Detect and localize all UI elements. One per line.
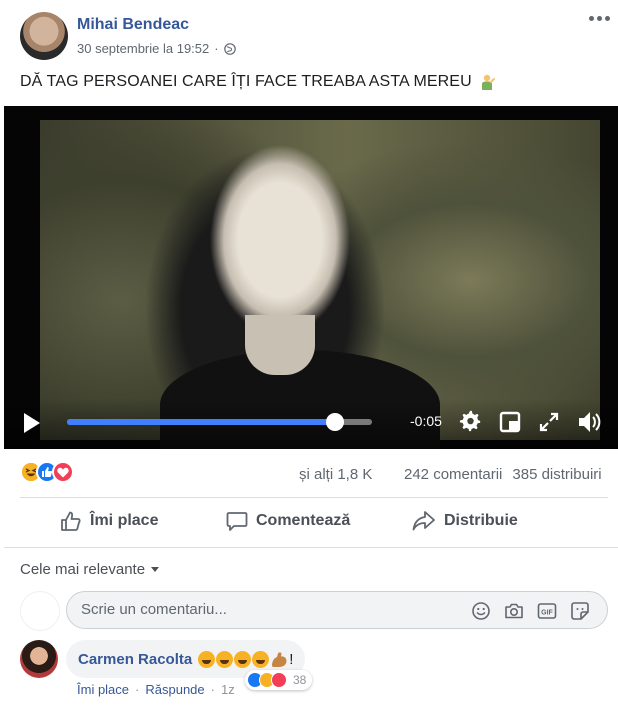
share-button-label: Distribuie — [444, 512, 518, 529]
commenter-avatar[interactable] — [20, 640, 58, 678]
comment-button[interactable]: Comentează — [226, 510, 350, 532]
love-reaction-icon — [52, 461, 74, 483]
emoji-icon[interactable] — [471, 601, 491, 621]
share-button[interactable]: Distribuie — [412, 510, 518, 532]
author-avatar[interactable] — [20, 12, 68, 60]
post-timestamp[interactable]: 30 septembrie la 19:52 — [77, 41, 209, 56]
like-button[interactable]: Îmi place — [60, 510, 158, 532]
progress-bar[interactable] — [67, 413, 372, 431]
commenter-name[interactable]: Carmen Racolta — [78, 651, 192, 668]
like-button-label: Îmi place — [90, 512, 159, 529]
comment-reactions[interactable]: 38 — [245, 670, 313, 690]
comment-sort-label: Cele mai relevante — [20, 561, 146, 578]
post-card: Mihai Bendeac 30 septembrie la 19:52 · D… — [0, 0, 618, 711]
progress-fill — [67, 419, 336, 425]
current-user-avatar[interactable] — [20, 591, 60, 631]
comment-actions: Îmi place · Răspunde · 1z — [77, 682, 235, 697]
engagement-counts: 242 comentarii 385 distribuiri — [404, 466, 602, 483]
fullscreen-icon[interactable] — [538, 411, 560, 433]
person-gesturing-icon — [481, 74, 495, 90]
video-frame-neck — [245, 315, 315, 375]
reaction-summary[interactable] — [20, 461, 74, 483]
svg-text:GIF: GIF — [541, 609, 553, 616]
comment-action-separator: · — [135, 682, 140, 697]
comment-button-label: Comentează — [256, 512, 351, 529]
comment-reply-link[interactable]: Răspunde — [145, 682, 204, 697]
more-options-icon[interactable] — [589, 16, 610, 21]
time-remaining: -0:05 — [410, 413, 442, 429]
love-reaction-icon — [271, 672, 287, 688]
meta-separator: · — [214, 41, 219, 56]
laughing-emoji-icon — [198, 650, 216, 668]
gear-icon[interactable] — [459, 410, 483, 434]
divider — [20, 497, 608, 498]
post-caption: DĂ TAG PERSOANEI CARE ÎȚI FACE TREABA AS… — [20, 73, 496, 91]
laughing-emoji-icon — [252, 650, 270, 668]
post-meta: 30 septembrie la 19:52 · — [77, 41, 236, 56]
shares-count[interactable]: 385 distribuiri — [512, 466, 601, 483]
video-frame — [40, 120, 600, 449]
comments-count[interactable]: 242 comentarii — [404, 466, 502, 483]
comment-reaction-count: 38 — [293, 673, 307, 687]
comment-time[interactable]: 1z — [221, 682, 235, 697]
caption-text: DĂ TAG PERSOANEI CARE ÎȚI FACE TREABA AS… — [20, 73, 472, 90]
comment-sort-dropdown[interactable]: Cele mai relevante — [20, 561, 160, 578]
comment-text-suffix: ! — [289, 650, 294, 668]
divider — [4, 547, 618, 548]
laughing-emoji-icon — [234, 650, 252, 668]
laughing-emoji-icon — [216, 650, 234, 668]
chevron-down-icon — [151, 567, 160, 572]
thumbs-up-icon — [61, 511, 81, 531]
comment-input[interactable] — [81, 601, 461, 618]
comment-text: ! — [198, 650, 294, 668]
comment-action-separator: · — [210, 682, 215, 697]
gif-icon[interactable]: GIF — [537, 601, 557, 621]
play-icon[interactable] — [24, 413, 40, 433]
video-player[interactable]: -0:05 — [4, 106, 618, 449]
volume-icon[interactable] — [576, 409, 602, 435]
camera-icon[interactable] — [504, 601, 524, 621]
pip-icon[interactable] — [499, 411, 521, 433]
globe-icon — [223, 42, 236, 55]
sticker-icon[interactable] — [570, 601, 590, 621]
comment-composer[interactable]: GIF — [66, 591, 608, 629]
share-icon — [412, 511, 435, 531]
reactions-others-count[interactable]: și alți 1,8 K — [299, 466, 372, 483]
flexed-biceps-icon — [272, 651, 287, 667]
author-name[interactable]: Mihai Bendeac — [77, 16, 189, 34]
comment-like-link[interactable]: Îmi place — [77, 682, 129, 697]
comment-icon — [226, 512, 248, 531]
